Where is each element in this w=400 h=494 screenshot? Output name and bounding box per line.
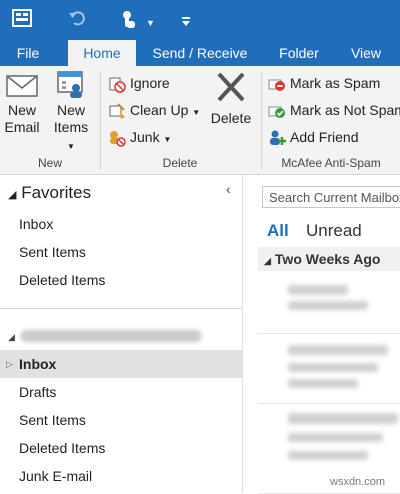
folder-inbox[interactable]: ▷ Inbox [0, 350, 242, 378]
redacted-subject [288, 363, 378, 372]
add-friend-icon [268, 129, 286, 147]
mark-as-not-spam-button[interactable]: Mark as Not Spam [268, 99, 400, 121]
tab-folder[interactable]: Folder [268, 40, 330, 66]
junk-icon [108, 129, 126, 148]
folder-pane: ◢ Favorites ‹ Inbox Sent Items Deleted I… [0, 175, 243, 493]
new-email-label-line1: New [7, 102, 36, 118]
new-items-button[interactable]: New Items ▼ [48, 70, 94, 155]
touch-mode-icon[interactable] [118, 8, 140, 35]
customize-quick-access-icon[interactable] [180, 10, 192, 32]
account-email-redacted [20, 329, 201, 342]
add-friend-button[interactable]: Add Friend [268, 126, 358, 148]
envelope-icon [6, 75, 38, 97]
folder-junk-email[interactable]: Junk E-mail [0, 462, 242, 490]
message-list: Search Current Mailbox All Unread ◢ Two W… [258, 175, 400, 494]
tab-view[interactable]: View [342, 40, 390, 66]
message-item[interactable] [258, 335, 400, 404]
collapse-pane-icon[interactable]: ‹ [226, 181, 231, 197]
new-email-button[interactable]: New Email [2, 70, 42, 136]
group-label-new: New [37, 156, 62, 170]
ribbon-tabs: File Home Send / Receive Folder View [0, 40, 400, 67]
favorites-header[interactable]: ◢ Favorites [8, 183, 91, 203]
redacted-sender [288, 345, 388, 355]
favorite-deleted-items[interactable]: Deleted Items [0, 266, 242, 294]
dropdown-arrow-icon: ▼ [192, 108, 201, 117]
folder-sent-items[interactable]: Sent Items [0, 406, 242, 434]
favorite-inbox[interactable]: Inbox [0, 210, 242, 238]
new-items-label-line1: New [56, 102, 85, 118]
undo-icon[interactable] [68, 9, 86, 32]
new-items-label-line2: Items ▼ [53, 119, 89, 151]
dropdown-arrow-icon[interactable]: ▼ [146, 12, 155, 34]
group-label-delete: Delete [162, 156, 198, 170]
tab-file[interactable]: File [6, 40, 50, 66]
ignore-button[interactable]: Ignore [108, 72, 170, 94]
collapse-triangle-icon: ◢ [8, 332, 15, 342]
outlook-app-icon[interactable] [12, 8, 32, 33]
clean-up-icon [108, 102, 126, 120]
expand-arrow-icon: ▷ [6, 359, 13, 369]
new-items-icon [57, 71, 83, 98]
mark-as-spam-button[interactable]: Mark as Spam [268, 72, 380, 94]
clean-up-button[interactable]: Clean Up ▼ [108, 99, 200, 121]
redacted-sender [288, 285, 348, 295]
pane-divider [0, 308, 242, 309]
title-bar: ▼ [0, 0, 400, 40]
ignore-icon [108, 75, 126, 94]
collapse-triangle-icon: ◢ [264, 256, 271, 266]
dropdown-arrow-icon: ▼ [67, 142, 75, 151]
group-label-mcafee: McAfee Anti-Spam [281, 156, 381, 170]
delete-button[interactable]: Delete [206, 70, 256, 127]
delete-x-icon [217, 72, 245, 102]
collapse-triangle-icon: ◢ [8, 189, 17, 201]
junk-button[interactable]: Junk ▼ [108, 126, 171, 148]
search-input[interactable]: Search Current Mailbox [262, 186, 400, 208]
redacted-sender [288, 413, 398, 424]
redacted-subject [288, 433, 383, 442]
mark-spam-icon [268, 75, 286, 93]
filter-unread-tab[interactable]: Unread [306, 221, 362, 241]
new-email-label-line2: Email [4, 119, 40, 135]
dropdown-arrow-icon: ▼ [163, 135, 172, 144]
account-header[interactable]: ◢ [8, 327, 201, 342]
mark-not-spam-icon [268, 102, 286, 120]
watermark: wsxdn.com [330, 476, 386, 488]
folder-deleted-items[interactable]: Deleted Items [0, 434, 242, 462]
redacted-preview [288, 451, 368, 460]
ribbon-home: New Email New Items ▼ New Ignore Clean U… [0, 66, 400, 175]
redacted-subject [288, 301, 368, 310]
folder-drafts[interactable]: Drafts [0, 378, 242, 406]
delete-label: Delete [210, 110, 252, 126]
tab-home[interactable]: Home [68, 40, 136, 67]
favorite-sent-items[interactable]: Sent Items [0, 238, 242, 266]
tab-send-receive[interactable]: Send / Receive [148, 40, 252, 66]
filter-all-tab[interactable]: All [267, 221, 289, 241]
message-item[interactable] [258, 273, 400, 334]
group-header[interactable]: ◢ Two Weeks Ago [258, 247, 400, 271]
redacted-preview [288, 379, 358, 388]
